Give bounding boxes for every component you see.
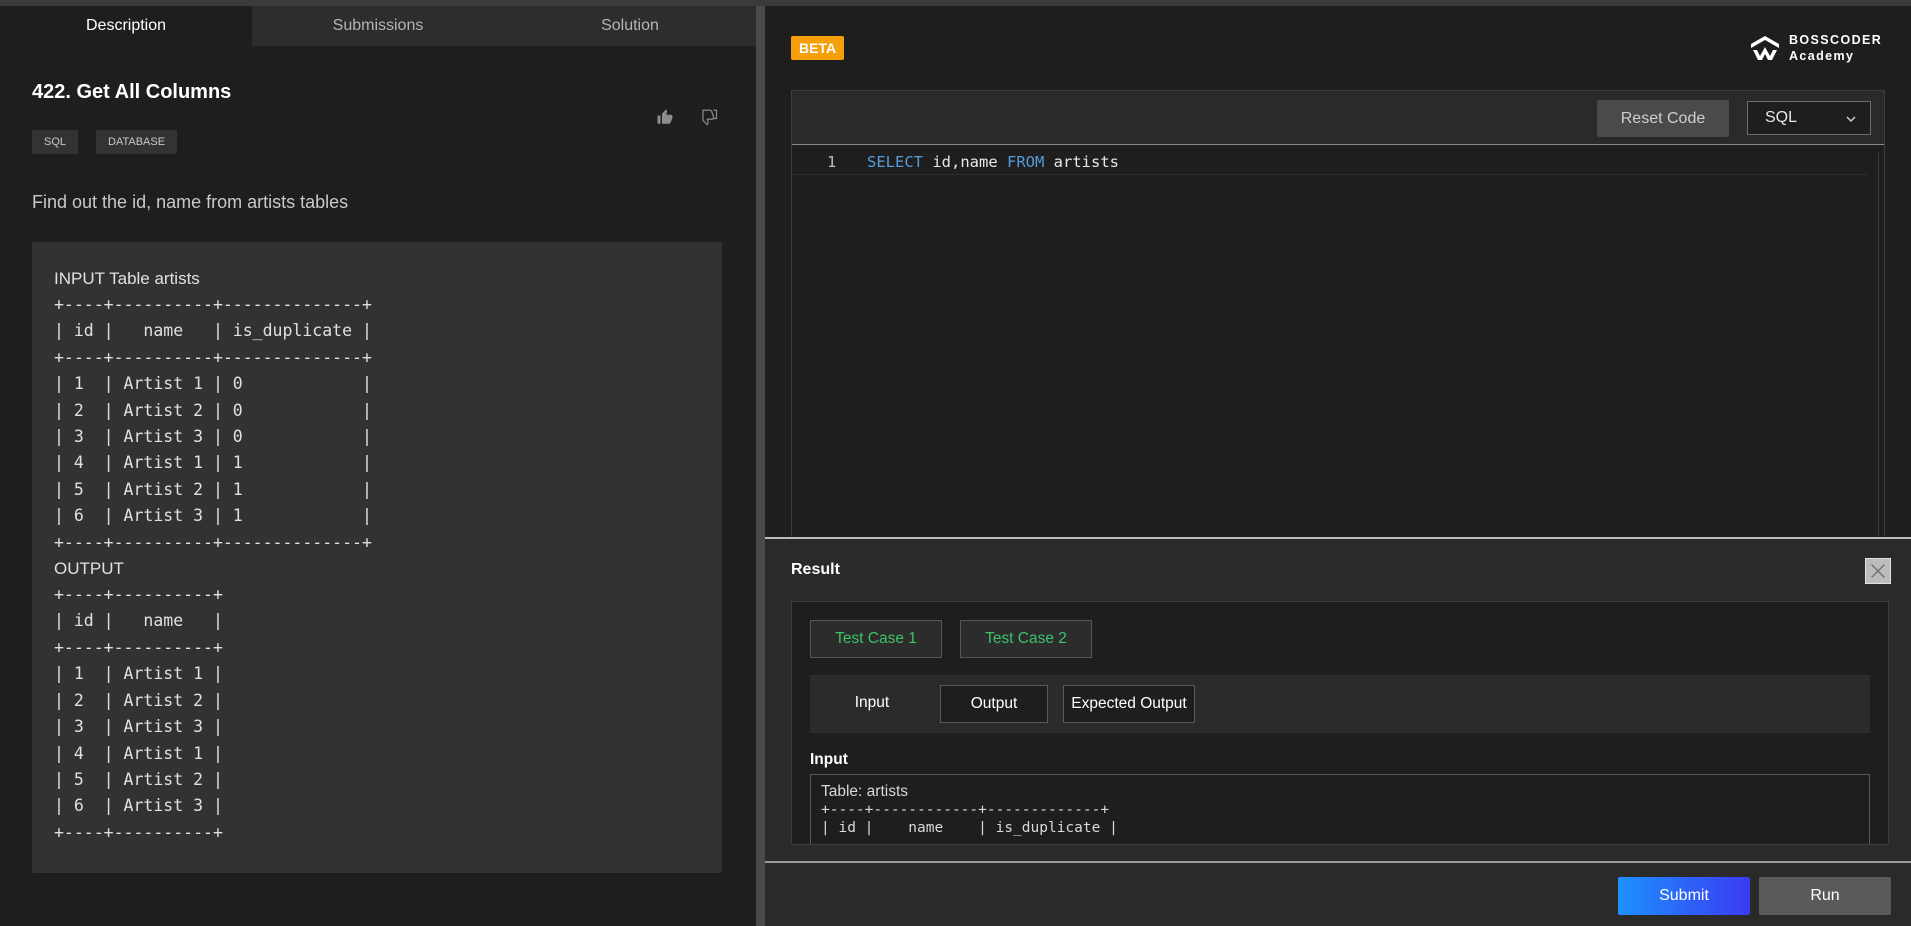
- code-editor: Reset Code SQL 1 SELECT id,name FROM art…: [791, 90, 1885, 545]
- submit-button[interactable]: Submit: [1618, 877, 1750, 915]
- result-content: Test Case 1 Test Case 2 Input Output Exp…: [791, 601, 1889, 845]
- test-case-2-button[interactable]: Test Case 2: [960, 620, 1092, 658]
- code-line[interactable]: 1 SELECT id,name FROM artists: [792, 153, 1868, 175]
- input-section-label: Input: [810, 751, 848, 768]
- output-table-ascii: +----+----------+ | id | name | +----+--…: [54, 585, 223, 842]
- thumbs-down-icon[interactable]: [700, 108, 718, 126]
- example-box: INPUT Table artists +----+----------+---…: [32, 242, 722, 873]
- tab-solution[interactable]: Solution: [504, 6, 756, 46]
- tab-expected-output[interactable]: Expected Output: [1063, 685, 1195, 723]
- input-table-caption: Table: artists: [821, 783, 909, 800]
- test-case-tabs: Test Case 1 Test Case 2: [810, 620, 1092, 658]
- editor-toolbar: Reset Code SQL: [792, 91, 1884, 145]
- problem-title: 422. Get All Columns: [32, 81, 232, 103]
- output-heading: OUTPUT: [54, 559, 124, 579]
- language-select[interactable]: SQL: [1747, 101, 1871, 135]
- editor-pane: BETA BOSSCODER Academy Reset Code SQL 1 …: [765, 6, 1911, 926]
- reset-code-button[interactable]: Reset Code: [1597, 100, 1729, 137]
- chevron-down-icon: [1846, 116, 1856, 123]
- result-title: Result: [791, 561, 840, 578]
- tab-input[interactable]: Input: [826, 685, 918, 723]
- bosscoder-logo: BOSSCODER Academy: [1749, 32, 1882, 64]
- code-keyword-select: SELECT: [867, 153, 923, 171]
- beta-badge: BETA: [791, 36, 845, 60]
- code-table: artists: [1044, 153, 1119, 171]
- problem-tags: SQL DATABASE: [32, 130, 178, 154]
- editor-scrollbar[interactable]: [1878, 153, 1886, 543]
- logo-text: BOSSCODER Academy: [1789, 32, 1882, 64]
- problem-tabs: Description Submissions Solution: [0, 6, 756, 46]
- language-select-value: SQL: [1765, 109, 1798, 126]
- code-keyword-from: FROM: [1007, 153, 1045, 171]
- input-table-preview: +----+------------+-------------+ | id |…: [821, 802, 1118, 836]
- line-number: 1: [827, 153, 837, 171]
- run-button[interactable]: Run: [1759, 877, 1891, 915]
- input-preview-box: Table: artists +----+------------+------…: [810, 774, 1870, 844]
- thumbs-up-icon[interactable]: [656, 108, 674, 126]
- tag-database[interactable]: DATABASE: [96, 130, 178, 154]
- bosscoder-logo-icon: [1751, 36, 1779, 60]
- tab-submissions[interactable]: Submissions: [252, 6, 504, 46]
- action-footer: Submit Run: [765, 863, 1911, 926]
- tab-description[interactable]: Description: [0, 6, 252, 46]
- vote-controls: [656, 108, 718, 126]
- code-columns: id,name: [923, 153, 1007, 171]
- input-table-heading: INPUT Table artists: [54, 269, 200, 288]
- logo-line-2: Academy: [1789, 49, 1855, 63]
- pane-resize-handle[interactable]: [756, 6, 765, 926]
- tab-output[interactable]: Output: [940, 685, 1048, 723]
- problem-pane: Description Submissions Solution 422. Ge…: [0, 6, 756, 926]
- test-case-1-button[interactable]: Test Case 1: [810, 620, 942, 658]
- tag-sql[interactable]: SQL: [32, 130, 79, 154]
- logo-line-1: BOSSCODER: [1789, 33, 1883, 47]
- io-tabs: Input Output Expected Output: [810, 675, 1870, 733]
- close-icon[interactable]: [1865, 558, 1891, 584]
- result-panel: Result Test Case 1 Test Case 2 Input Out…: [765, 539, 1911, 861]
- input-table-ascii: +----+----------+--------------+ | id | …: [54, 295, 372, 552]
- code-text[interactable]: SELECT id,name FROM artists: [867, 153, 1119, 171]
- problem-description: Find out the id, name from artists table…: [32, 192, 349, 212]
